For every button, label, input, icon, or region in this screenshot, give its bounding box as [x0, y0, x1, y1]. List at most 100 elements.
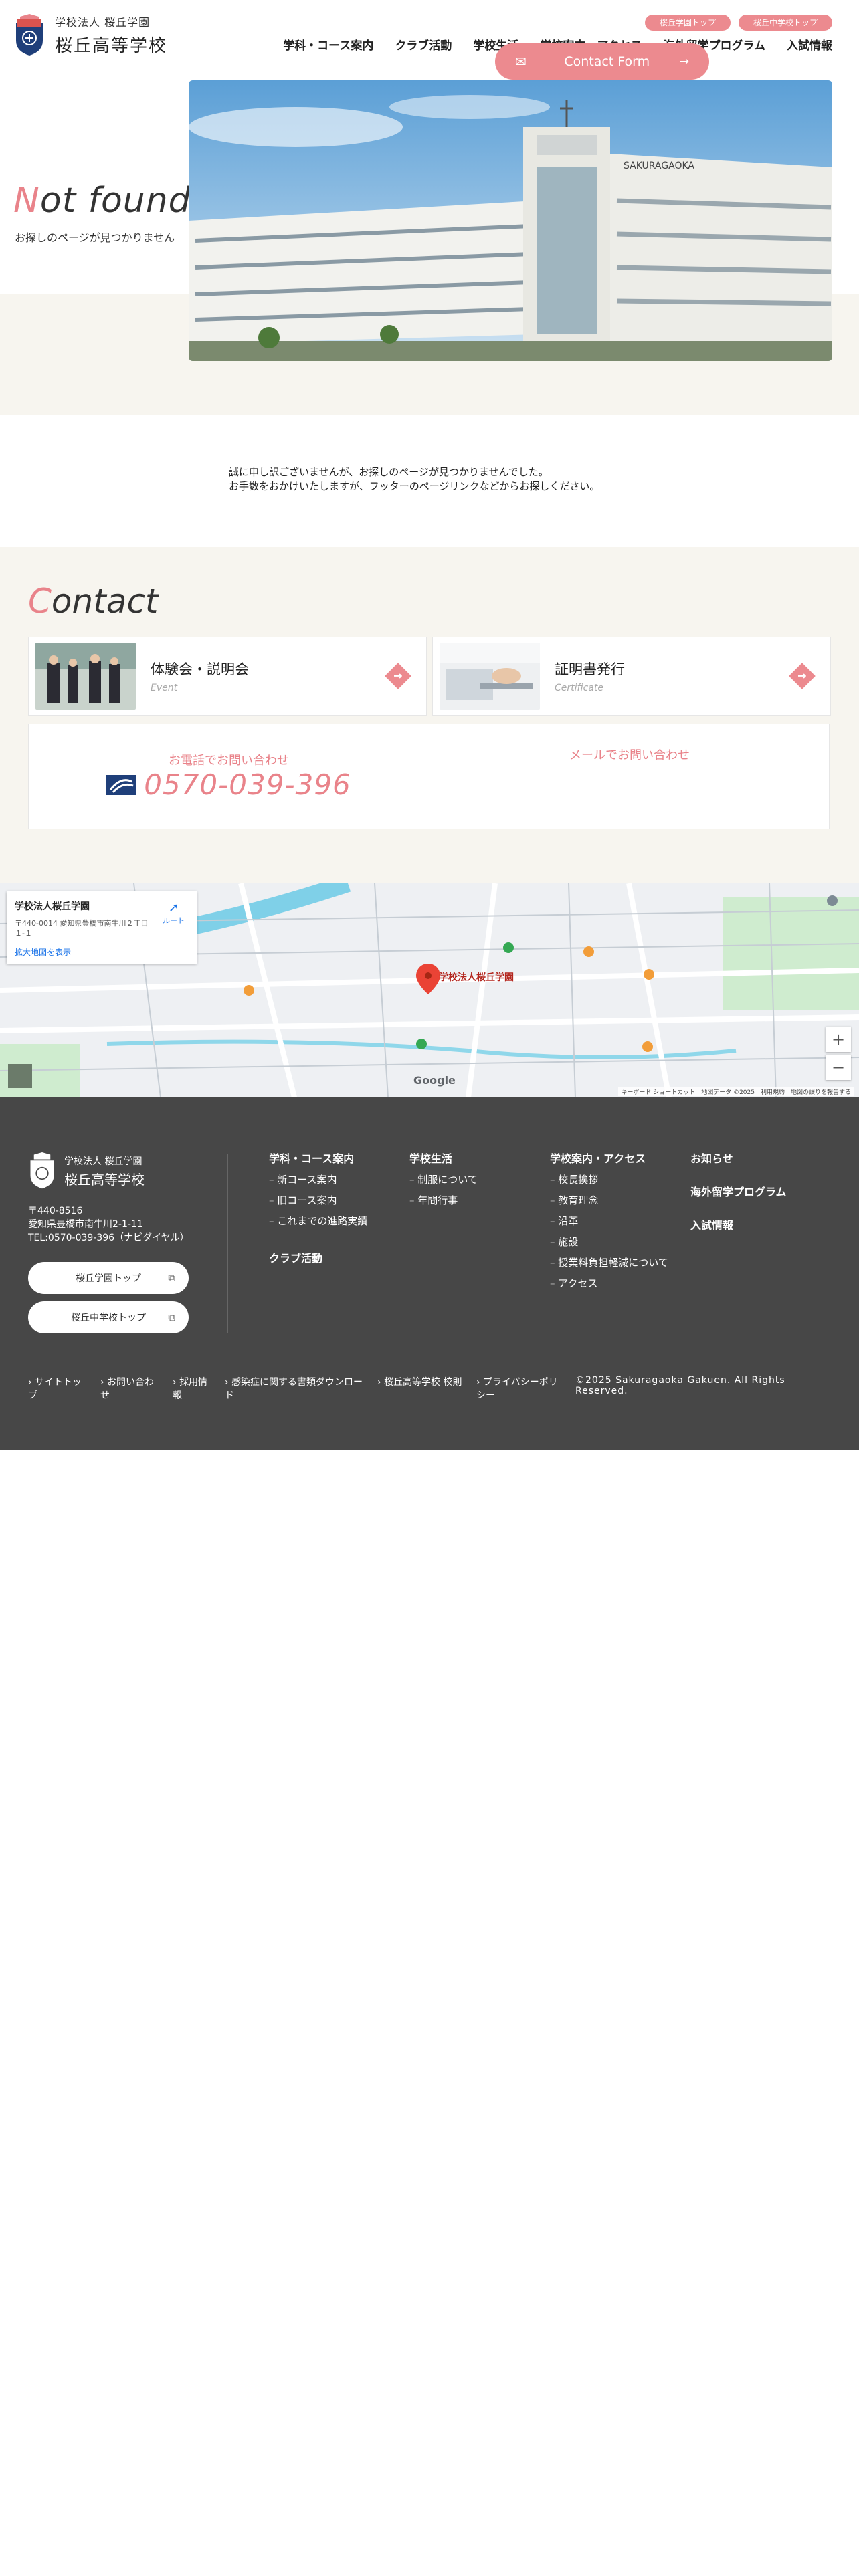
building-sign: SAKURAGAOKA [624, 160, 694, 171]
certificate-photo [440, 643, 540, 710]
navi-dial-icon [106, 774, 136, 795]
certificate-card-subtitle: Certificate [555, 683, 603, 693]
site-logo[interactable]: 学校法人 桜丘学園 桜丘高等学校 [13, 13, 167, 57]
footer-link-history[interactable]: 沿革 [550, 1214, 668, 1228]
page-subtitle: お探しのページが見つかりません [15, 231, 175, 244]
tel-number[interactable]: 0570-039-396 [144, 768, 351, 801]
footer-address: 〒440-8516 愛知県豊橋市南牛川2-1-11 TEL:0570-039-3… [28, 1204, 189, 1245]
route-button[interactable]: ➚ ルート [163, 901, 185, 926]
footer-link-access[interactable]: アクセス [550, 1276, 668, 1290]
footer-street: 愛知県豊橋市南牛川2-1-11 [28, 1219, 143, 1230]
event-card-title: 体験会・説明会 [151, 661, 249, 677]
page-title: Not found. [13, 181, 203, 221]
footer-col-school-life: 学校生活 制服について 年間行事 [409, 1150, 478, 1207]
school-emblem-icon [30, 1152, 54, 1189]
site-header: 学校法人 桜丘学園 桜丘高等学校 桜丘学園トップ 桜丘中学校トップ 学科・コース… [0, 0, 859, 74]
footer-tel: TEL:0570-039-396（ナビダイヤル） [28, 1232, 189, 1243]
site-footer: 学校法人 桜丘学園 桜丘高等学校 〒440-8516 愛知県豊橋市南牛川2-1-… [0, 1097, 859, 1450]
event-card-subtitle: Event [151, 683, 178, 693]
map-info-card: 学校法人桜丘学園 〒440-0014 愛知県豊橋市南牛川２丁目１-１ 拡大地図を… [7, 891, 197, 964]
google-map[interactable]: 学校法人桜丘学園 学校法人桜丘学園 〒440-0014 愛知県豊橋市南牛川２丁目… [0, 883, 859, 1097]
certificate-card-title: 証明書発行 [555, 661, 625, 677]
footer-divider [227, 1154, 228, 1333]
nav-clubs[interactable]: クラブ活動 [395, 36, 452, 53]
envelope-icon: ✉ [515, 53, 527, 70]
footer-link-infection-docs[interactable]: 感染症に関する書類ダウンロード [225, 1375, 365, 1402]
school-building-photo: SAKURAGAOKA [189, 80, 832, 361]
footer-courses-title[interactable]: 学科・コース案内 [269, 1150, 367, 1166]
contact-form-button[interactable]: ✉ Contact Form → [495, 43, 709, 80]
footer-link-philosophy[interactable]: 教育理念 [550, 1193, 668, 1207]
footer-col-other: お知らせ 海外留学プログラム 入試情報 [690, 1150, 787, 1250]
logo-subtitle: 学校法人 桜丘学園 [55, 16, 151, 29]
school-emblem-icon [16, 13, 43, 56]
footer-link-new-course[interactable]: 新コース案内 [269, 1172, 367, 1186]
footer-link-career[interactable]: これまでの進路実績 [269, 1214, 367, 1228]
footer-col-about: 学校案内・アクセス 校長挨拶 教育理念 沿革 施設 授業料負担軽減について アク… [550, 1150, 668, 1290]
zoom-in-button[interactable]: + [826, 1027, 851, 1052]
gakuen-top-link[interactable]: 桜丘学園トップ [644, 15, 731, 31]
route-label: ルート [163, 916, 185, 925]
not-found-message: 誠に申し訳ございませんが、お探しのページが見つかりませんでした。 お手数をおかけ… [229, 465, 599, 494]
tel-row[interactable]: 0570-039-396 [29, 768, 429, 801]
top-links: 桜丘学園トップ 桜丘中学校トップ [644, 15, 832, 31]
map-card-address: 〒440-0014 愛知県豊橋市南牛川２丁目１-１ [15, 919, 149, 938]
contact-methods-box: お電話でお問い合わせ 0570-039-396 メールでお問い合わせ [28, 724, 830, 829]
footer-col-courses: 学科・コース案内 新コース案内 旧コース案内 これまでの進路実績 クラブ活動 [269, 1150, 367, 1265]
footer-link-news[interactable]: お知らせ [690, 1150, 787, 1166]
footer-link-school-rules[interactable]: 桜丘高等学校 校則 [377, 1375, 464, 1388]
message-line-1: 誠に申し訳ございませんが、お探しのページが見つかりませんでした。 [229, 466, 549, 478]
external-link-icon: ⧉ [168, 1311, 175, 1323]
footer-logo[interactable]: 学校法人 桜丘学園 桜丘高等学校 [28, 1152, 145, 1190]
map-attribution[interactable]: キーボード ショートカット 地図データ ©2025 利用規約 地図の誤りを報告す… [618, 1087, 854, 1096]
footer-link-study-abroad[interactable]: 海外留学プログラム [690, 1183, 787, 1199]
certificate-card[interactable]: 証明書発行 Certificate → [432, 637, 831, 716]
footer-clubs-title[interactable]: クラブ活動 [269, 1249, 367, 1265]
footer-link-principal[interactable]: 校長挨拶 [550, 1172, 668, 1186]
page-title-initial: N [13, 181, 40, 221]
contact-title: Contact [28, 582, 159, 621]
footer-link-facilities[interactable]: 施設 [550, 1235, 668, 1249]
arrow-right-icon: → [679, 55, 689, 68]
map-pin-label: 学校法人桜丘学園 [439, 972, 514, 983]
footer-link-site-top[interactable]: サイトトップ [28, 1375, 88, 1402]
external-link-icon: ⧉ [168, 1272, 175, 1284]
zoom-out-button[interactable]: − [826, 1055, 851, 1080]
event-photo [35, 643, 136, 710]
nav-admissions[interactable]: 入試情報 [787, 36, 832, 53]
footer-junior-high-label: 桜丘中学校トップ [71, 1313, 146, 1323]
footer-gakuen-top-button[interactable]: 桜丘学園トップ ⧉ [28, 1262, 189, 1294]
footer-logo-subtitle: 学校法人 桜丘学園 [64, 1156, 142, 1167]
google-logo: Google [413, 1074, 456, 1087]
footer-link-recruit[interactable]: 採用情報 [173, 1375, 213, 1402]
footer-bottom-links: サイトトップ お問い合わせ 採用情報 感染症に関する書類ダウンロード 桜丘高等学… [28, 1375, 789, 1402]
directions-icon: ➚ [168, 901, 179, 915]
footer-gakuen-top-label: 桜丘学園トップ [76, 1273, 141, 1284]
footer-link-tuition[interactable]: 授業料負担軽減について [550, 1255, 668, 1269]
footer-school-life-title[interactable]: 学校生活 [409, 1150, 478, 1166]
footer-about-title[interactable]: 学校案内・アクセス [550, 1150, 668, 1166]
footer-link-events[interactable]: 年間行事 [409, 1193, 478, 1207]
contact-divider [429, 724, 430, 829]
footer-logo-title: 桜丘高等学校 [64, 1171, 145, 1188]
contact-form-label: Contact Form [564, 54, 650, 69]
event-card[interactable]: 体験会・説明会 Event → [28, 637, 427, 716]
junior-high-top-link[interactable]: 桜丘中学校トップ [738, 15, 832, 31]
footer-link-privacy[interactable]: プライバシーポリシー [476, 1375, 563, 1402]
satellite-toggle-icon[interactable] [8, 1064, 32, 1088]
contact-title-initial: C [28, 582, 52, 621]
nav-courses[interactable]: 学科・コース案内 [283, 36, 373, 53]
footer-link-uniform[interactable]: 制服について [409, 1172, 478, 1186]
footer-zip: 〒440-8516 [28, 1206, 83, 1216]
copyright: ©2025 Sakuragaoka Gakuen. All Rights Res… [575, 1375, 785, 1396]
arrow-right-icon: → [789, 663, 816, 689]
tel-label: お電話でお問い合わせ [169, 754, 289, 768]
enlarge-map-link[interactable]: 拡大地図を表示 [15, 946, 189, 958]
footer-link-contact[interactable]: お問い合わせ [100, 1375, 161, 1402]
message-line-2: お手数をおかけいたしますが、フッターのページリンクなどからお探しください。 [229, 480, 600, 492]
arrow-right-icon: → [385, 663, 411, 689]
contact-title-rest: ontact [51, 582, 159, 621]
footer-junior-high-button[interactable]: 桜丘中学校トップ ⧉ [28, 1301, 189, 1333]
footer-link-old-course[interactable]: 旧コース案内 [269, 1193, 367, 1207]
footer-link-admissions[interactable]: 入試情報 [690, 1216, 787, 1232]
